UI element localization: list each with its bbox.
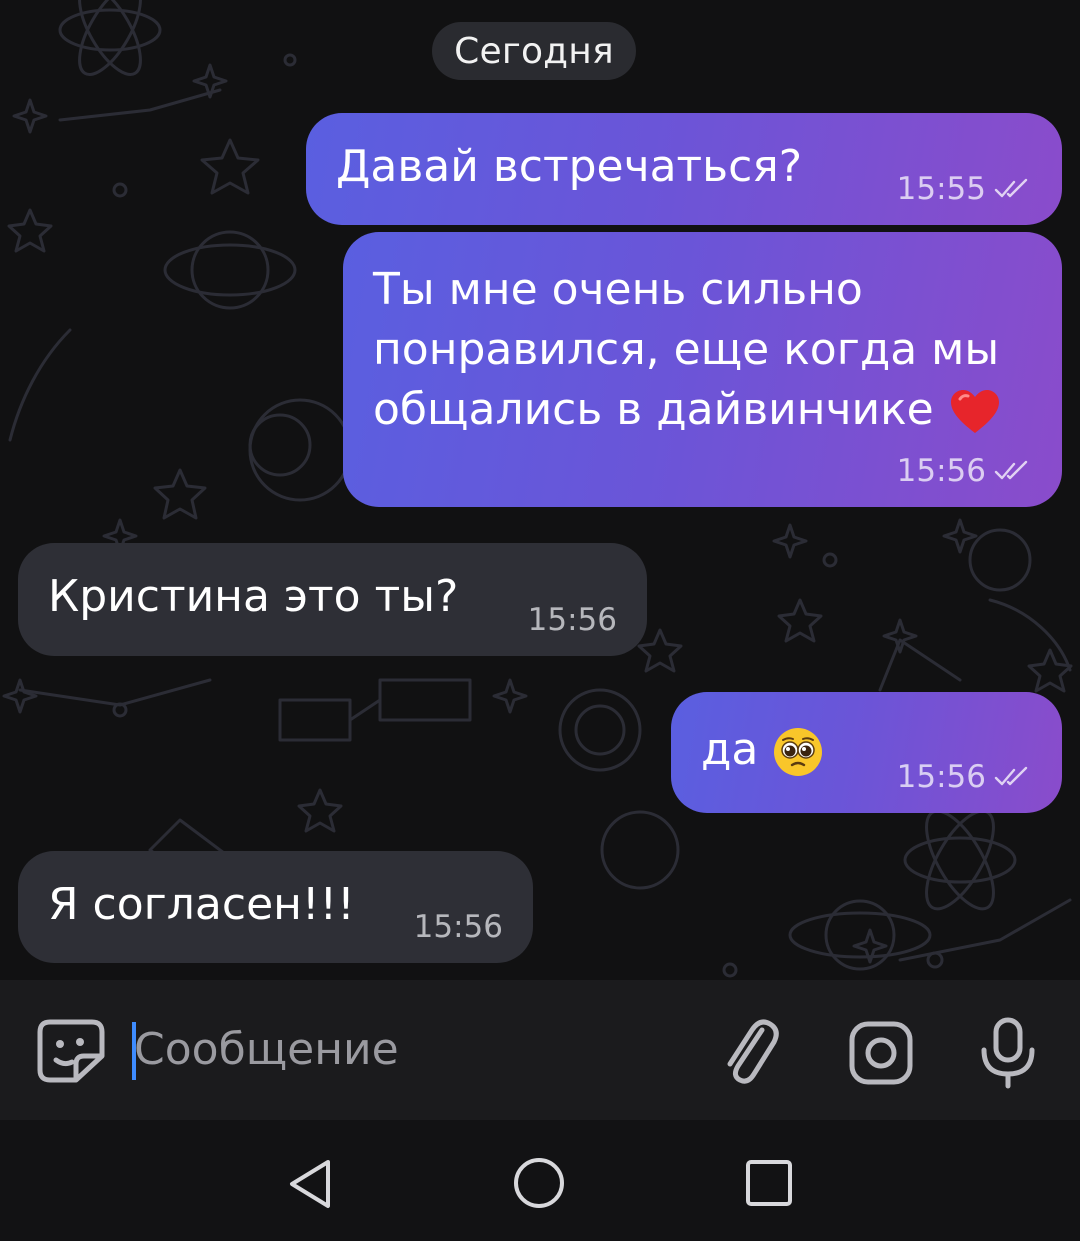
message-meta: 15:56 bbox=[897, 759, 1030, 795]
message-text: Я согласен!!! bbox=[48, 879, 355, 930]
message-time: 15:56 bbox=[527, 602, 617, 638]
microphone-icon[interactable] bbox=[976, 1016, 1040, 1090]
heart-emoji bbox=[950, 390, 999, 433]
message-time: 15:56 bbox=[896, 759, 986, 795]
message-bubble-outgoing[interactable]: да 15:56 bbox=[671, 692, 1062, 813]
message-line-text: общались в дайвинчике bbox=[373, 384, 934, 435]
message-meta: 15:55 bbox=[897, 171, 1030, 207]
double-check-icon bbox=[994, 766, 1028, 786]
message-time: 15:56 bbox=[413, 909, 503, 945]
home-icon[interactable] bbox=[512, 1156, 566, 1210]
message-input[interactable]: Сообщение bbox=[134, 1024, 399, 1075]
date-separator: Сегодня bbox=[432, 22, 636, 80]
message-text: да bbox=[701, 720, 824, 780]
message-time: 15:56 bbox=[896, 453, 986, 489]
sticker-icon[interactable] bbox=[36, 1018, 106, 1084]
message-bubble-outgoing[interactable]: Ты мне очень сильно понравился, еще когд… bbox=[343, 232, 1062, 507]
double-check-icon bbox=[994, 460, 1028, 480]
message-meta: 15:56 bbox=[897, 453, 1030, 489]
system-navigation-bar bbox=[0, 1120, 1080, 1241]
paperclip-icon[interactable] bbox=[718, 1016, 784, 1088]
message-line: общались в дайвинчике bbox=[373, 380, 1002, 440]
pleading-face-emoji bbox=[774, 728, 823, 776]
message-text: Давай встречаться? bbox=[336, 141, 803, 192]
back-icon[interactable] bbox=[286, 1158, 334, 1210]
message-meta: 15:56 bbox=[528, 602, 617, 638]
message-bubble-incoming[interactable]: Я согласен!!! 15:56 bbox=[18, 851, 533, 963]
message-line: Ты мне очень сильно bbox=[373, 264, 863, 315]
message-text: Кристина это ты? bbox=[48, 571, 459, 622]
message-meta: 15:56 bbox=[414, 909, 503, 945]
message-time: 15:55 bbox=[896, 171, 986, 207]
message-bubble-outgoing[interactable]: Давай встречаться? 15:55 bbox=[306, 113, 1062, 225]
message-text-content: да bbox=[701, 724, 759, 775]
message-line: понравился, еще когда мы bbox=[373, 324, 1000, 375]
recents-icon[interactable] bbox=[744, 1158, 794, 1208]
camera-icon[interactable] bbox=[848, 1020, 914, 1086]
message-bubble-incoming[interactable]: Кристина это ты? 15:56 bbox=[18, 543, 647, 656]
double-check-icon bbox=[994, 178, 1028, 198]
